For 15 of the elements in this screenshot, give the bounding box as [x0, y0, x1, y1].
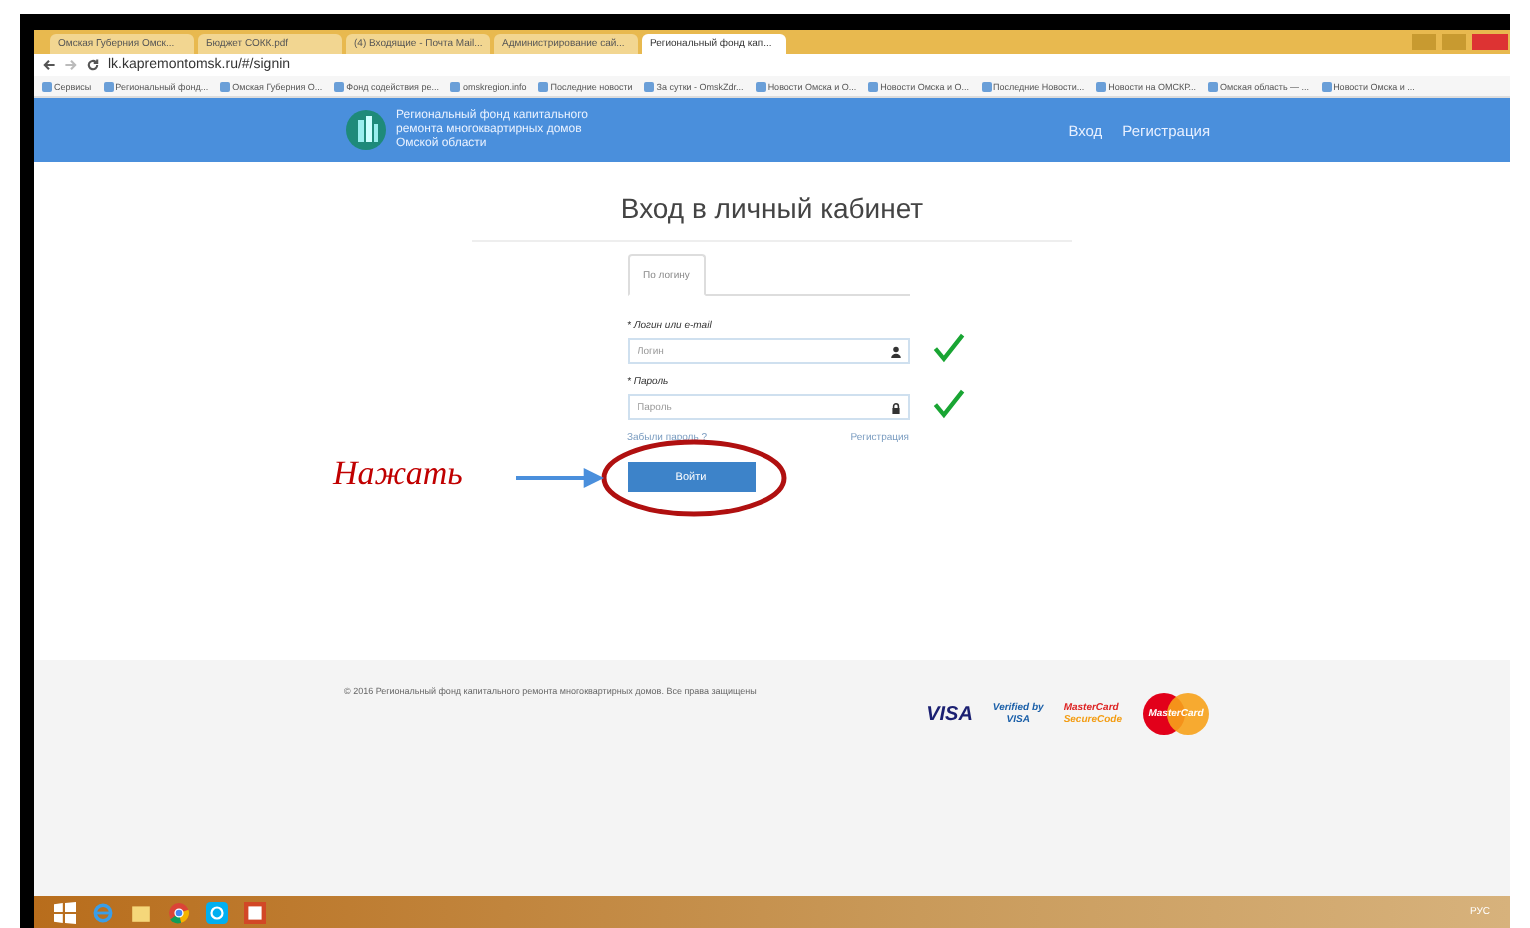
presentation-icon[interactable]: [244, 901, 266, 923]
skype-icon[interactable]: [206, 901, 228, 923]
lock-icon: [889, 401, 901, 413]
pointer-arrow: [515, 468, 603, 488]
page-title: Вход в личный кабинет: [472, 192, 1072, 242]
forward-icon[interactable]: [64, 58, 78, 72]
folder-icon[interactable]: [130, 901, 152, 923]
windows-start-icon[interactable]: [54, 901, 76, 923]
reload-icon[interactable]: [86, 58, 100, 72]
annotation-text: Нажать: [333, 454, 463, 494]
chrome-icon[interactable]: [168, 901, 190, 923]
logo-icon: [344, 108, 388, 152]
visa-logo: VISA: [926, 703, 973, 725]
back-icon[interactable]: [42, 58, 56, 72]
user-icon: [889, 345, 901, 357]
